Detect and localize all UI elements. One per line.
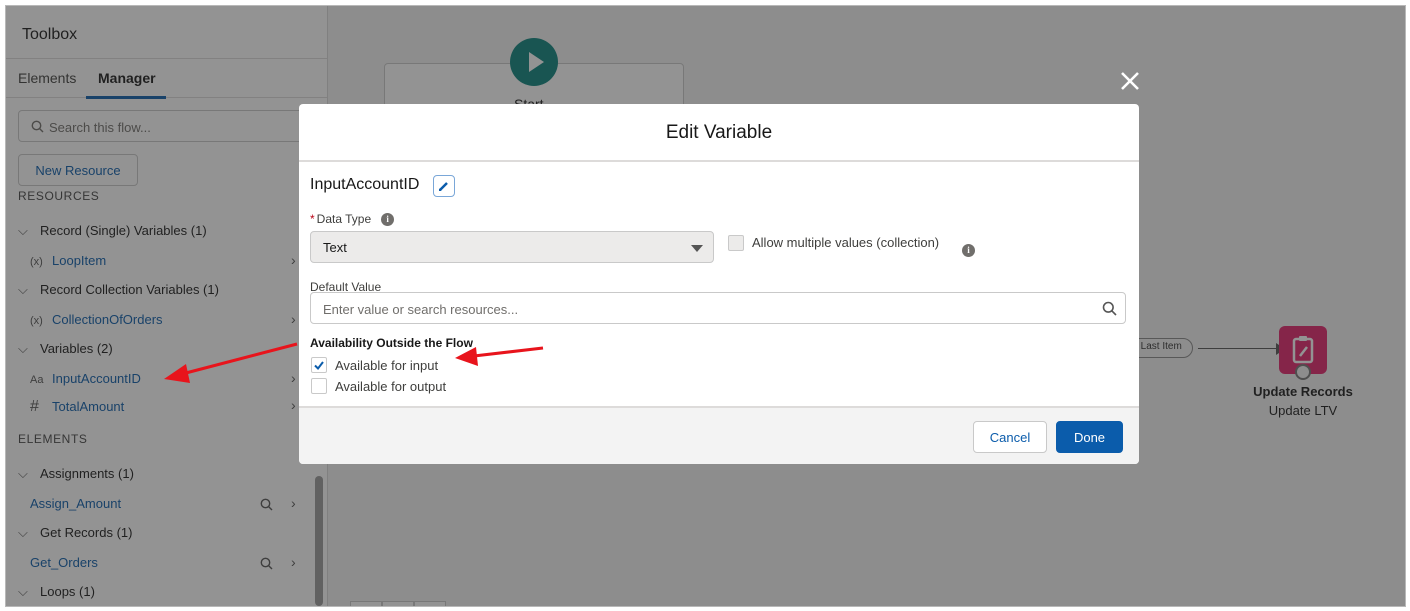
search-icon (1102, 301, 1117, 316)
allow-multiple-label: Allow multiple values (collection) (752, 235, 940, 250)
available-for-input-checkbox[interactable] (311, 357, 327, 373)
required-asterisk: * (310, 212, 315, 226)
available-for-input-label: Available for input (335, 358, 439, 373)
availability-heading: Availability Outside the Flow (310, 336, 473, 350)
info-icon[interactable]: i (381, 213, 395, 227)
info-icon[interactable]: i (962, 244, 975, 257)
modal-footer: Cancel Done (299, 406, 1139, 464)
done-button[interactable]: Done (1056, 421, 1123, 453)
modal-title: Edit Variable (665, 122, 773, 143)
edit-variable-modal: Edit Variable InputAccountID * Data Type … (299, 104, 1139, 464)
data-type-value: Text (323, 240, 347, 255)
modal-header: Edit Variable (299, 104, 1139, 162)
edit-name-button[interactable] (433, 175, 455, 197)
data-type-select[interactable]: Text (310, 231, 714, 263)
pencil-icon (439, 182, 448, 191)
allow-multiple-checkbox[interactable] (728, 235, 744, 251)
default-value-input[interactable] (323, 299, 1093, 319)
available-for-output-checkbox[interactable] (311, 378, 327, 394)
data-type-label-text: Data Type (316, 212, 372, 226)
variable-api-name: InputAccountID (310, 176, 420, 193)
cancel-button[interactable]: Cancel (973, 421, 1047, 453)
caret-down-icon (691, 245, 703, 252)
available-for-output-label: Available for output (335, 379, 447, 394)
default-value-field[interactable] (310, 292, 1126, 324)
app-frame: Toolbox Elements Manager New Resource RE… (5, 5, 1406, 607)
checkmark-icon (314, 361, 324, 371)
close-icon[interactable] (1119, 70, 1141, 92)
data-type-label: * Data Type i (310, 212, 395, 227)
